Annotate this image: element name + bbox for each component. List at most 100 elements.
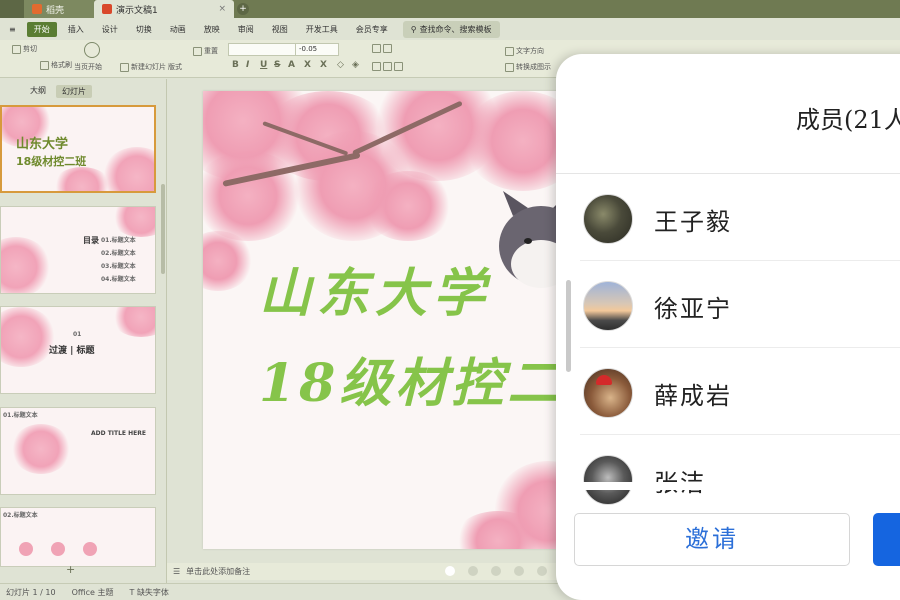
text-direction-button[interactable]: 文字方向 <box>505 46 544 56</box>
theme-name[interactable]: Office 主题 <box>72 587 114 598</box>
member-name: 张洁 <box>654 463 706 498</box>
slide-title-line1[interactable]: 山东大学 <box>259 251 491 326</box>
slide-canvas[interactable]: 山东大学 18级材控二 <box>203 91 563 549</box>
cut-button[interactable]: 剪切 <box>12 44 37 54</box>
add-slide-button[interactable]: + <box>66 563 75 576</box>
brush-icon <box>40 60 49 70</box>
member-name: 徐亚宁 <box>654 295 732 323</box>
page-dot[interactable] <box>445 566 455 576</box>
reset-icon <box>193 46 202 56</box>
tab-transition[interactable]: 切换 <box>129 22 159 37</box>
slide-thumb-2[interactable]: 目录 01.标题文本 02.标题文本 03.标题文本 04.标题文本 <box>0 206 156 294</box>
highlight-button[interactable]: ◈ <box>352 60 359 70</box>
page-dot[interactable] <box>491 566 501 576</box>
thumb-4-label: 01.标题文本 <box>3 412 38 419</box>
slide-thumb-5[interactable]: 02.标题文本 <box>0 507 156 567</box>
tab-daoke[interactable]: 稻壳 <box>24 0 94 18</box>
clear-format-button[interactable]: ◇ <box>337 60 344 70</box>
member-name: 王子毅 <box>654 208 732 236</box>
thumb-2-item-2: 02.标题文本 <box>101 250 136 257</box>
members-panel: 成员(21人 王子毅 徐亚宁 薛成岩 张洁 邀请 <box>556 54 900 600</box>
thumb-5-label: 02.标题文本 <box>3 512 38 519</box>
slide-thumbnail-panel: 大纲 幻灯片 山东大学 18级材控二班 目录 01.标题文本 02.标题文本 0… <box>0 79 167 583</box>
member-item[interactable]: 薛成岩 <box>580 348 900 435</box>
members-scrollbar[interactable] <box>566 280 571 372</box>
close-tab-icon[interactable]: × <box>218 4 226 14</box>
thumb-4-title: ADD TITLE HERE <box>91 430 146 437</box>
slide-thumb-3[interactable]: 01 过渡 | 标题 <box>0 306 156 394</box>
new-slide-button[interactable]: 新建幻灯片 <box>120 62 166 72</box>
italic-button[interactable]: I <box>246 60 249 70</box>
slide-thumb-4[interactable]: 01.标题文本 ADD TITLE HERE <box>0 407 156 495</box>
command-search[interactable]: ⚲ 查找命令、搜索模板 <box>402 20 500 38</box>
tab-member[interactable]: 会员专享 <box>349 22 395 37</box>
align-left-icon <box>372 62 381 71</box>
strikethrough-button[interactable]: S <box>274 60 280 70</box>
slide-title-line2[interactable]: 18级材控二 <box>259 341 563 416</box>
home-tab[interactable] <box>0 0 24 18</box>
page-dot[interactable] <box>468 566 478 576</box>
reset-button[interactable]: 重置 <box>193 46 218 56</box>
tab-slideshow[interactable]: 放映 <box>197 22 227 37</box>
invite-button[interactable]: 邀请 <box>574 513 850 566</box>
member-item[interactable]: 徐亚宁 <box>580 261 900 348</box>
page-dot[interactable] <box>514 566 524 576</box>
new-tab-button[interactable]: + <box>234 0 252 18</box>
missing-font-button[interactable]: T 缺失字体 <box>130 587 169 598</box>
font-color-button[interactable]: A <box>288 60 295 70</box>
smartart-icon <box>505 62 514 72</box>
underline-button[interactable]: U <box>260 60 267 70</box>
left-panel-tabs: 大纲 幻灯片 <box>30 85 92 98</box>
members-title: 成员(21人 <box>796 106 900 134</box>
play-from-current-button[interactable]: 当页开始 <box>74 62 102 72</box>
member-item[interactable]: 张洁 <box>580 435 900 522</box>
font-size-select[interactable]: -0.05 <box>295 43 339 56</box>
align-left-button[interactable] <box>372 62 403 71</box>
member-name: 薛成岩 <box>654 382 732 410</box>
tab-view[interactable]: 视图 <box>265 22 295 37</box>
subscript-button[interactable]: X <box>320 60 327 70</box>
tab-developer[interactable]: 开发工具 <box>299 22 345 37</box>
bold-button[interactable]: B <box>232 60 239 70</box>
slide-thumb-1[interactable]: 山东大学 18级材控二班 <box>0 105 156 193</box>
thumbnail-scrollbar[interactable] <box>161 184 165 274</box>
page-dot[interactable] <box>537 566 547 576</box>
circle-decor <box>19 542 33 556</box>
santa-hat-decor <box>596 375 612 385</box>
avatar <box>583 194 633 244</box>
tab-outline[interactable]: 大纲 <box>30 85 46 98</box>
thumb-3-num: 01 <box>73 331 82 338</box>
notes-icon: ☰ <box>173 567 181 576</box>
play-icon[interactable] <box>84 42 100 58</box>
tab-home[interactable]: 开始 <box>26 21 57 37</box>
thumb-3-title: 过渡 | 标题 <box>49 346 95 356</box>
tab-slides[interactable]: 幻灯片 <box>56 85 92 98</box>
confirm-button[interactable] <box>873 513 900 566</box>
scissors-icon <box>12 44 21 54</box>
convert-smartart-button[interactable]: 转换成图示 <box>505 62 551 72</box>
thumb-2-title: 目录 <box>83 236 99 245</box>
superscript-button[interactable]: X <box>304 60 311 70</box>
cat-illustration <box>499 191 563 288</box>
tab-review[interactable]: 审阅 <box>231 22 261 37</box>
circle-decor <box>51 542 65 556</box>
tab-animation[interactable]: 动画 <box>163 22 193 37</box>
tab-design[interactable]: 设计 <box>95 22 125 37</box>
thumb-2-item-4: 04.标题文本 <box>101 276 136 283</box>
format-painter-button[interactable]: 格式刷 <box>40 60 72 70</box>
ribbon-tabs: ≡ 开始 插入 设计 切换 动画 放映 审阅 视图 开发工具 会员专享 ⚲ 查找… <box>0 18 900 40</box>
tab-presentation[interactable]: 演示文稿1 × <box>94 0 234 18</box>
member-item[interactable]: 王子毅 <box>580 174 900 261</box>
thumb-2-item-3: 03.标题文本 <box>101 263 136 270</box>
avatar <box>583 368 633 418</box>
thumb-1-title: 山东大学 <box>16 137 69 152</box>
list-icon <box>372 44 381 53</box>
thumb-2-item-1: 01.标题文本 <box>101 237 136 244</box>
numbered-list-icon <box>383 44 392 53</box>
file-menu[interactable]: ≡ <box>2 23 23 36</box>
bullet-list-button[interactable] <box>372 44 392 53</box>
layout-button[interactable]: 版式 <box>168 62 182 72</box>
new-slide-icon <box>120 62 129 72</box>
font-name-select[interactable] <box>228 43 296 56</box>
tab-insert[interactable]: 插入 <box>61 22 91 37</box>
